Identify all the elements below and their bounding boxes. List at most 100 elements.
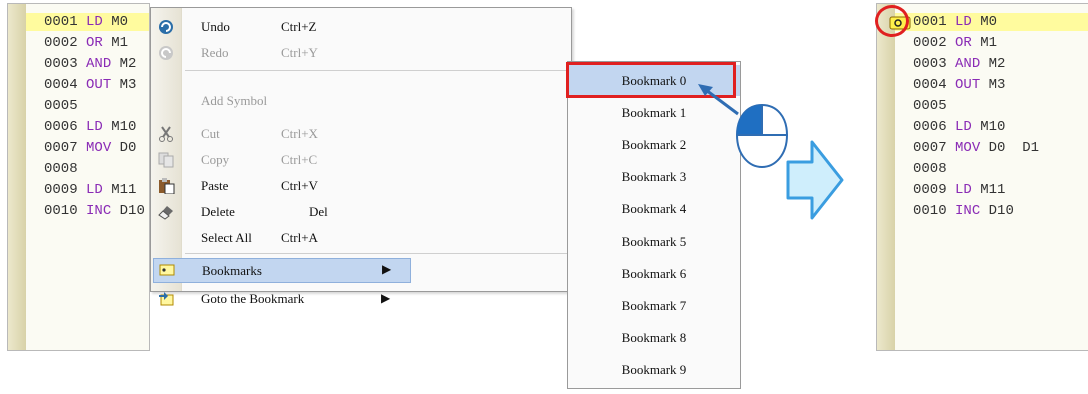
instruction: OR <box>955 35 972 51</box>
menu-item-label: Cut <box>201 126 220 141</box>
code-line[interactable]: 0006 LD M10 <box>44 118 136 136</box>
submenu-item-bookmark-7[interactable]: Bookmark 7 <box>568 290 740 321</box>
submenu-item-bookmark-5[interactable]: Bookmark 5 <box>568 226 740 257</box>
code-line[interactable]: 0005 <box>44 97 94 115</box>
eraser-icon <box>158 206 173 220</box>
copy-icon <box>158 152 174 168</box>
line-number: 0003 <box>44 56 78 72</box>
operand: M0 <box>980 14 998 30</box>
code-line[interactable]: 0008 <box>913 160 963 178</box>
menu-item-paste[interactable]: Paste Ctrl+V <box>151 173 571 199</box>
menu-item-shortcut: Ctrl+A <box>281 230 318 245</box>
code-line[interactable]: 0010 INC D10 <box>44 202 145 220</box>
line-number: 0005 <box>44 98 78 114</box>
code-line[interactable]: 0001 LD M0 <box>44 13 128 31</box>
context-menu: Undo Ctrl+Z Redo Ctrl+Y Add Symbol Cut C… <box>150 7 572 306</box>
instruction: LD <box>86 182 103 198</box>
menu-item-copy[interactable]: Copy Ctrl+C <box>151 147 571 173</box>
submenu-item-bookmark-9[interactable]: Bookmark 9 <box>568 354 740 385</box>
operand: M0 <box>111 14 129 30</box>
menu-item-select-all[interactable]: Select All Ctrl+A <box>151 225 571 251</box>
menu-item-shortcut: Ctrl+Z <box>281 19 317 34</box>
code-line[interactable]: 0003 AND M2 <box>913 55 1005 73</box>
operand: M1 <box>111 35 129 51</box>
operand: D0 D1 <box>988 140 1040 156</box>
code-line[interactable]: 0001 LD M0 <box>913 13 997 31</box>
menu-item-bookmarks[interactable]: Bookmarks ▶ <box>153 258 411 283</box>
menu-item-label: Undo <box>201 19 230 34</box>
submenu-item-bookmark-2[interactable]: Bookmark 2 <box>568 129 740 160</box>
bookmark-icon <box>159 264 175 276</box>
submenu-item-bookmark-6[interactable]: Bookmark 6 <box>568 258 740 289</box>
line-number: 0010 <box>913 203 947 219</box>
menu-item-delete[interactable]: Delete Del <box>151 199 571 225</box>
operand: M2 <box>988 56 1006 72</box>
instruction: INC <box>86 203 112 219</box>
code-line[interactable]: 0009 LD M11 <box>913 181 1005 199</box>
code-editor-before: 0001 LD M0 0002 OR M1 0003 AND M2 0004 OUT … <box>7 3 150 351</box>
submenu-item-bookmark-4[interactable]: Bookmark 4 <box>568 193 740 224</box>
code-line[interactable]: 0010 INC D10 <box>913 202 1014 220</box>
redo-icon <box>159 46 173 60</box>
instruction: INC <box>955 203 981 219</box>
submenu-arrow-icon: ▶ <box>382 262 392 276</box>
menu-item-shortcut: Ctrl+V <box>281 178 318 193</box>
paste-icon <box>159 178 175 194</box>
instruction: LD <box>955 182 972 198</box>
instruction: OUT <box>955 77 981 93</box>
menu-item-label: Paste <box>201 178 229 193</box>
line-number: 0007 <box>44 140 78 156</box>
menu-item-redo[interactable]: Redo Ctrl+Y <box>151 40 571 66</box>
editor-gutter <box>8 4 26 350</box>
code-line[interactable]: 0007 MOV D0 D1 <box>44 139 149 157</box>
line-number: 0001 <box>44 14 78 30</box>
line-number: 0008 <box>44 161 78 177</box>
menu-separator <box>185 253 567 254</box>
code-line[interactable]: 0002 OR M1 <box>913 34 997 52</box>
code-line[interactable]: 0009 LD M11 <box>44 181 136 199</box>
operand: M10 <box>111 119 137 135</box>
instruction: LD <box>955 119 972 135</box>
flow-arrow-icon <box>786 140 844 220</box>
code-line[interactable]: 0006 LD M10 <box>913 118 1005 136</box>
line-number: 0005 <box>913 98 947 114</box>
menu-item-cut[interactable]: Cut Ctrl+X <box>151 121 571 147</box>
code-line[interactable]: 0007 MOV D0 D1 <box>913 139 1039 157</box>
line-number: 0001 <box>913 14 947 30</box>
line-number: 0003 <box>913 56 947 72</box>
menu-item-shortcut: Del <box>309 204 328 219</box>
code-line[interactable]: 0005 <box>913 97 963 115</box>
code-editor-after: 0001 LD M0 0002 OR M1 0003 AND M2 0004 OUT … <box>876 3 1088 351</box>
operand: D0 D1 <box>119 140 137 156</box>
instruction: AND <box>86 56 112 72</box>
code-line[interactable]: 0004 OUT M3 <box>913 76 1005 94</box>
operand: M1 <box>980 35 998 51</box>
code-line[interactable]: 0004 OUT M3 <box>44 76 136 94</box>
menu-item-shortcut: Ctrl+C <box>281 152 318 167</box>
menu-item-label: Bookmarks <box>202 263 262 278</box>
menu-item-label: Select All <box>201 230 252 245</box>
line-number: 0007 <box>913 140 947 156</box>
menu-item-label: Redo <box>201 45 229 60</box>
code-line[interactable]: 0003 AND M2 <box>44 55 136 73</box>
operand: D10 <box>988 203 1014 219</box>
submenu-item-bookmark-8[interactable]: Bookmark 8 <box>568 322 740 353</box>
operand: M3 <box>119 77 137 93</box>
code-line[interactable]: 0002 OR M1 <box>44 34 128 52</box>
instruction: AND <box>955 56 981 72</box>
menu-item-undo[interactable]: Undo Ctrl+Z <box>151 14 571 40</box>
menu-item-shortcut: Ctrl+X <box>281 126 318 141</box>
line-number: 0002 <box>913 35 947 51</box>
menu-item-add-symbol[interactable]: Add Symbol <box>151 88 571 114</box>
menu-separator <box>185 70 567 71</box>
line-number: 0010 <box>44 203 78 219</box>
instruction: LD <box>86 119 103 135</box>
submenu-item-bookmark-3[interactable]: Bookmark 3 <box>568 161 740 192</box>
operand: M11 <box>111 182 137 198</box>
line-number: 0006 <box>913 119 947 135</box>
line-number: 0002 <box>44 35 78 51</box>
code-line[interactable]: 0008 <box>44 160 94 178</box>
editor-gutter <box>877 4 895 350</box>
menu-item-goto-bookmark[interactable]: Goto the Bookmark ▶ <box>151 286 407 312</box>
operand: M3 <box>988 77 1006 93</box>
